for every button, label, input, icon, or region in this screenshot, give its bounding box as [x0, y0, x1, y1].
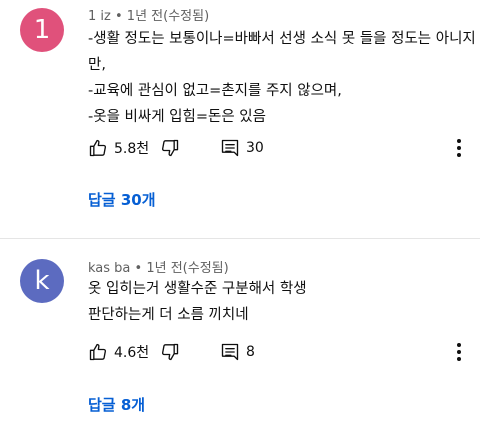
- author-name[interactable]: 1 iz: [88, 9, 111, 24]
- reply-count: 30: [246, 140, 264, 156]
- comment-icon: [221, 343, 239, 361]
- meta-separator: •: [134, 261, 143, 276]
- view-replies-link[interactable]: 답글 30개: [88, 189, 156, 210]
- dislike-button[interactable]: [160, 340, 180, 364]
- comment-line: 만,: [88, 57, 106, 73]
- dot: [457, 343, 461, 347]
- dot: [457, 153, 461, 157]
- avatar[interactable]: 1: [20, 8, 64, 52]
- comment-line: -생활 정도는 보통이나=바빠서 선생 소식 못 들을 정도는 아니지: [88, 31, 476, 47]
- meta-separator: •: [114, 9, 123, 24]
- comment-divider: [0, 238, 480, 239]
- comment-line: -옷을 비싸게 입힘=돈은 있음: [88, 109, 266, 125]
- author-name[interactable]: kas ba: [88, 261, 130, 276]
- view-replies-link[interactable]: 답글 8개: [88, 394, 145, 415]
- thumbs-down-icon: [161, 343, 179, 361]
- avatar[interactable]: k: [20, 259, 64, 303]
- like-button[interactable]: 4.6천: [88, 340, 149, 364]
- reply-comment-button[interactable]: 30: [220, 136, 264, 160]
- thumbs-up-icon: [89, 343, 107, 361]
- avatar-letter: k: [34, 266, 50, 296]
- comment-text: -생활 정도는 보통이나=바빠서 선생 소식 못 들을 정도는 아니지 만, -…: [88, 26, 476, 130]
- like-count: 5.8천: [114, 141, 150, 157]
- reply-comment-button[interactable]: 8: [220, 340, 255, 364]
- more-options-icon[interactable]: [454, 136, 464, 160]
- dislike-button[interactable]: [160, 136, 180, 160]
- thumbs-up-icon: [89, 139, 107, 157]
- thumbs-down-icon: [161, 139, 179, 157]
- dot: [457, 146, 461, 150]
- comment-actions: 4.6천 8: [88, 340, 468, 364]
- comment-meta: 1 iz • 1년 전(수정됨): [88, 5, 209, 24]
- comment-text: 옷 입히는거 생활수준 구분해서 학생 판단하는게 더 소름 끼치네: [88, 276, 466, 328]
- comment-1: 1 1 iz • 1년 전(수정됨) -생활 정도는 보통이나=바빠서 선생 소…: [0, 0, 480, 238]
- comment-icon: [221, 139, 239, 157]
- comment-time[interactable]: 1년 전(수정됨): [146, 261, 228, 276]
- dot: [457, 350, 461, 354]
- comment-actions: 5.8천 30: [88, 136, 468, 160]
- dot: [457, 357, 461, 361]
- avatar-letter: 1: [33, 15, 51, 45]
- comment-line: 판단하는게 더 소름 끼치네: [88, 307, 249, 323]
- comment-line: -교육에 관심이 없고=촌지를 주지 않으며,: [88, 83, 342, 99]
- dot: [457, 139, 461, 143]
- like-button[interactable]: 5.8천: [88, 136, 149, 160]
- comment-line: 옷 입히는거 생활수준 구분해서 학생: [88, 281, 307, 297]
- comment-meta: kas ba • 1년 전(수정됨): [88, 257, 229, 276]
- like-count: 4.6천: [114, 345, 150, 361]
- more-options-icon[interactable]: [454, 340, 464, 364]
- comment-time[interactable]: 1년 전(수정됨): [127, 9, 209, 24]
- comment-2: k kas ba • 1년 전(수정됨) 옷 입히는거 생활수준 구분해서 학생…: [0, 251, 480, 428]
- reply-count: 8: [246, 344, 255, 360]
